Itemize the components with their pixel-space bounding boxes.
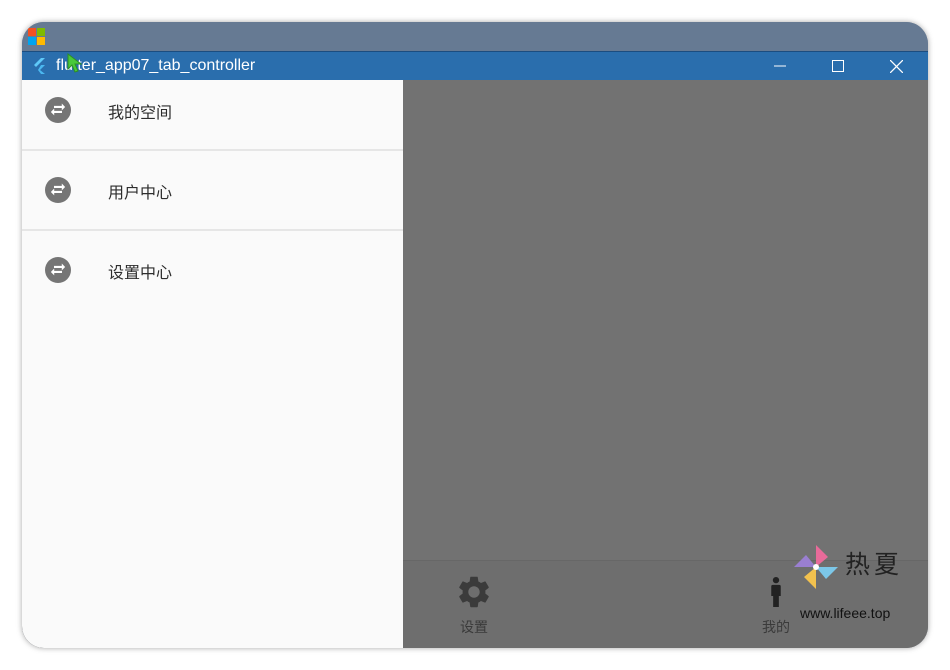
gear-icon: [459, 576, 489, 608]
maximize-icon: [832, 60, 844, 72]
drawer-item-label: 我的空间: [108, 103, 173, 122]
flutter-logo-icon: [34, 58, 45, 74]
drawer-item-my-space[interactable]: 我的空间: [22, 80, 403, 160]
watermark-title: 热夏: [845, 550, 904, 579]
drawer-item-label: 设置中心: [108, 263, 173, 282]
swap-circle-icon: [45, 97, 71, 123]
drawer-item-user-center[interactable]: 用户中心: [22, 160, 403, 240]
drawer-item-settings-center[interactable]: 设置中心: [22, 240, 403, 320]
watermark: 热夏 www.lifeee.top: [770, 543, 930, 621]
desktop-strip: [22, 22, 928, 51]
minimize-button[interactable]: [751, 52, 809, 80]
minimize-icon: [774, 65, 786, 67]
pinwheel-logo-icon: [794, 545, 838, 589]
nav-item-settings[interactable]: 设置: [414, 573, 534, 637]
close-icon: [889, 59, 903, 73]
mouse-cursor-icon: [67, 52, 83, 73]
maximize-button[interactable]: [809, 52, 867, 80]
navigation-drawer: 我的空间 用户中心 设置中心: [22, 80, 403, 648]
close-button[interactable]: [867, 52, 925, 80]
drawer-divider: [22, 229, 403, 231]
watermark-url: www.lifeee.top: [800, 605, 891, 621]
swap-circle-icon: [45, 177, 71, 203]
drawer-item-label: 用户中心: [108, 183, 173, 202]
title-bar[interactable]: flutter_app07_tab_controller: [22, 51, 928, 80]
drawer-divider: [22, 149, 403, 151]
windows-logo-icon: [28, 28, 46, 46]
nav-label-settings: 设置: [460, 620, 488, 636]
swap-circle-icon: [45, 257, 71, 283]
